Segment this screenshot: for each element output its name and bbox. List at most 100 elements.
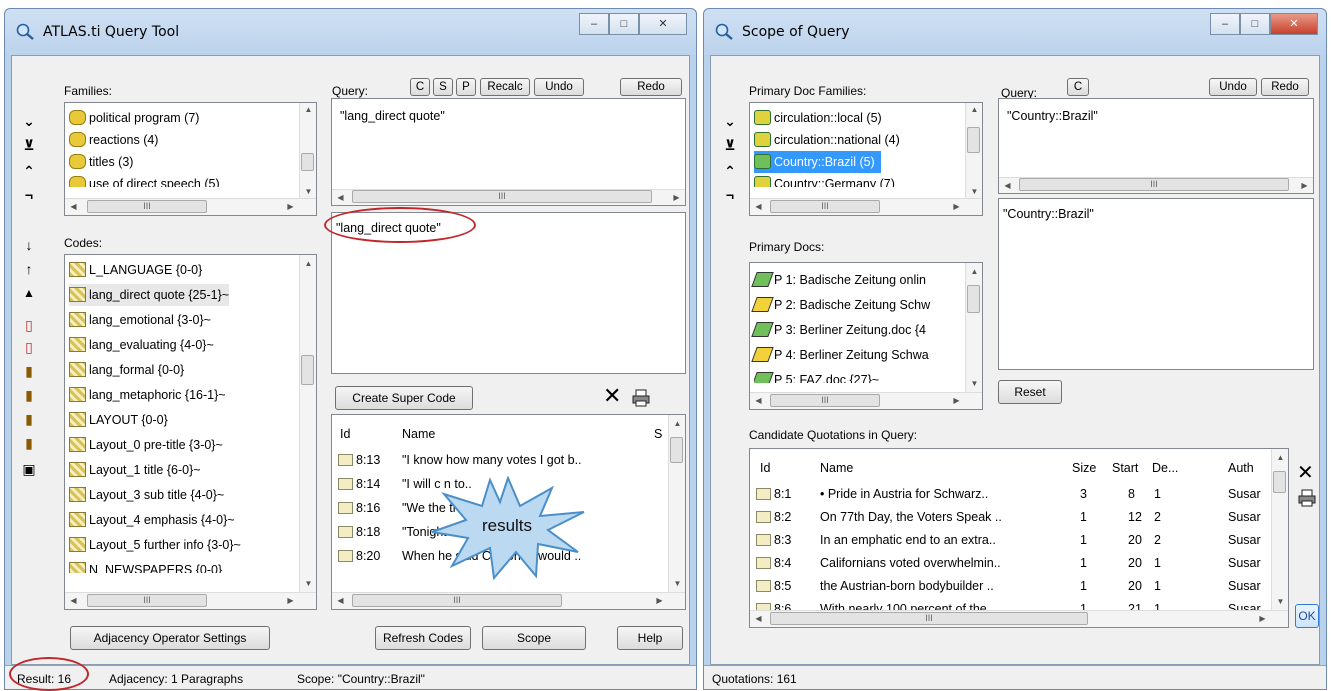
quotation-row[interactable]: 8:4 Californians voted overwhelmin.. 1 20 1 S… [750,552,1271,574]
scroll-right-arrow[interactable]: ▶ [282,202,299,211]
family-item[interactable]: reactions (4) [69,129,158,151]
scroll-up-arrow[interactable]: ▲ [669,419,685,428]
primary-docs-vscroll[interactable]: ▲ ▼ [965,263,982,392]
scroll-thumb[interactable]: III [352,594,562,607]
scroll-left-arrow[interactable]: ◀ [332,193,349,202]
minimize-button[interactable]: – [1210,13,1240,35]
scroll-thumb[interactable] [967,127,980,153]
and-operator-icon[interactable]: ⌃ [20,162,38,180]
scroll-down-arrow[interactable]: ▼ [300,579,316,588]
delete-icon[interactable]: ✕ [603,384,621,408]
reset-button[interactable]: Reset [998,380,1062,404]
scroll-left-arrow[interactable]: ◀ [65,596,82,605]
code-item[interactable]: lang_direct quote {25-1}~ [69,284,230,306]
families-hscroll[interactable]: ◀ III ▶ [65,198,316,215]
not-operator-icon[interactable]: ¬ [20,186,38,204]
not-operator-icon[interactable]: ¬ [721,186,739,204]
refresh-codes-button[interactable]: Refresh Codes [375,626,471,650]
scroll-up-arrow[interactable]: ▲ [300,105,316,114]
codes-hscroll[interactable]: ◀ III ▶ [65,592,316,609]
pd-families-vscroll[interactable]: ▲ ▼ [965,103,982,198]
query-s-button[interactable]: S [433,78,453,96]
codes-vscroll[interactable]: ▲ ▼ [299,255,316,592]
scroll-thumb[interactable]: III [770,612,1088,625]
within-operator-icon[interactable]: ▯ [20,316,38,334]
primary-doc-item[interactable]: P 4: Berliner Zeitung Schwa [751,344,929,366]
or-operator-icon[interactable]: ⌄ [721,112,739,130]
create-super-code-button[interactable]: Create Super Code [335,386,473,410]
scroll-left-arrow[interactable]: ◀ [332,596,349,605]
delete-icon[interactable]: ✕ [1297,460,1314,485]
scroll-up-arrow[interactable]: ▲ [1272,453,1288,462]
primary-doc-item[interactable]: P 5: FAZ.doc {27}~ [754,369,879,383]
primary-docs-hscroll[interactable]: ◀ III ▶ [750,392,982,409]
title-bar[interactable]: Scope of Query – □ ✕ [704,9,1326,55]
scroll-right-arrow[interactable]: ▶ [1296,181,1313,190]
scroll-down-arrow[interactable]: ▼ [669,579,685,588]
candidate-vscroll[interactable]: ▲ ▼ [1271,449,1288,610]
column-header-description[interactable]: De... [1152,461,1178,475]
code-item[interactable]: LAYOUT {0-0} [69,409,168,431]
column-header-name[interactable]: Name [820,461,853,475]
precedes-operator-icon[interactable]: ▮ [20,434,38,452]
scroll-thumb[interactable] [670,437,683,463]
query-textbox[interactable]: "lang_direct quote" ◀ III ▶ [331,98,686,206]
scroll-right-arrow[interactable]: ▶ [668,193,685,202]
scroll-thumb[interactable]: III [87,594,207,607]
printer-icon[interactable] [631,388,651,408]
code-item[interactable]: lang_emotional {3-0}~ [69,309,211,331]
encloses-operator-icon[interactable]: ▯ [20,338,38,356]
undo-button[interactable]: Undo [534,78,584,96]
scroll-thumb[interactable]: III [352,190,652,203]
help-button[interactable]: Help [617,626,683,650]
recalc-button[interactable]: Recalc [480,78,530,96]
scroll-down-arrow[interactable]: ▼ [966,379,982,388]
codes-list[interactable]: L_LANGUAGE {0-0} lang_direct quote {25-1}… [64,254,317,610]
family-item[interactable]: titles (3) [69,151,133,173]
scroll-right-arrow[interactable]: ▶ [948,396,965,405]
primary-doc-item[interactable]: P 2: Badische Zeitung Schw [751,294,930,316]
scroll-thumb[interactable] [301,153,314,171]
code-item[interactable]: lang_formal {0-0} [69,359,184,381]
primary-doc-item[interactable]: P 1: Badische Zeitung onlin [751,269,926,291]
code-item[interactable]: Layout_3 sub title {4-0}~ [69,484,224,506]
pd-families-list[interactable]: circulation::local (5) circulation::nati… [749,102,983,216]
scroll-thumb[interactable] [301,355,314,385]
scroll-left-arrow[interactable]: ◀ [65,202,82,211]
quotation-row[interactable]: 8:2 On 77th Day, the Voters Speak .. 1 12 2 S… [750,506,1271,528]
and-operator-icon[interactable]: ⌃ [721,162,739,180]
scope-stack-box[interactable]: "Country::Brazil" [998,198,1314,370]
scroll-up-arrow[interactable]: ▲ [300,259,316,268]
scope-query-textbox[interactable]: "Country::Brazil" ◀ III ▶ [998,98,1314,194]
up-operator-icon[interactable]: ↑ [20,260,38,278]
scroll-up-arrow[interactable]: ▲ [966,105,982,114]
scroll-left-arrow[interactable]: ◀ [750,396,767,405]
printer-icon[interactable] [1297,488,1317,508]
maximize-button[interactable]: □ [609,13,639,35]
scroll-thumb[interactable] [1273,471,1286,493]
query-p-button[interactable]: P [456,78,476,96]
primary-doc-item[interactable]: P 3: Berliner Zeitung.doc {4 [751,319,926,341]
scroll-left-arrow[interactable]: ◀ [750,202,767,211]
family-item[interactable]: use of direct speech (5) [69,173,220,187]
results-hscroll[interactable]: ◀ III ▶ [332,592,685,609]
scroll-right-arrow[interactable]: ▶ [651,596,668,605]
column-header-start[interactable]: Start [1112,461,1138,475]
close-button[interactable]: ✕ [639,13,687,35]
scope-button[interactable]: Scope [482,626,586,650]
scroll-down-arrow[interactable]: ▼ [1272,597,1288,606]
code-item[interactable]: Layout_4 emphasis {4-0}~ [69,509,235,531]
column-header-s[interactable]: S [654,427,662,441]
quotation-row[interactable]: 8:5 the Austrian-born bodybuilder .. 1 20 1 S… [750,575,1271,597]
close-button[interactable]: ✕ [1270,13,1318,35]
adjacency-settings-button[interactable]: Adjacency Operator Settings [70,626,270,650]
quotation-row[interactable]: 8:3 In an emphatic end to an extra.. 1 20 2 S… [750,529,1271,551]
overlapped-by-operator-icon[interactable]: ▮ [20,362,38,380]
scroll-thumb[interactable]: III [87,200,207,213]
redo-button[interactable]: Redo [620,78,682,96]
overlaps-operator-icon[interactable]: ▮ [20,386,38,404]
candidate-list[interactable]: Id Name Size Start De... Auth 8:1 • Pride… [749,448,1289,628]
code-item[interactable]: Layout_0 pre-title {3-0}~ [69,434,223,456]
query-c-button[interactable]: C [1067,78,1089,96]
scroll-down-arrow[interactable]: ▼ [966,187,982,196]
